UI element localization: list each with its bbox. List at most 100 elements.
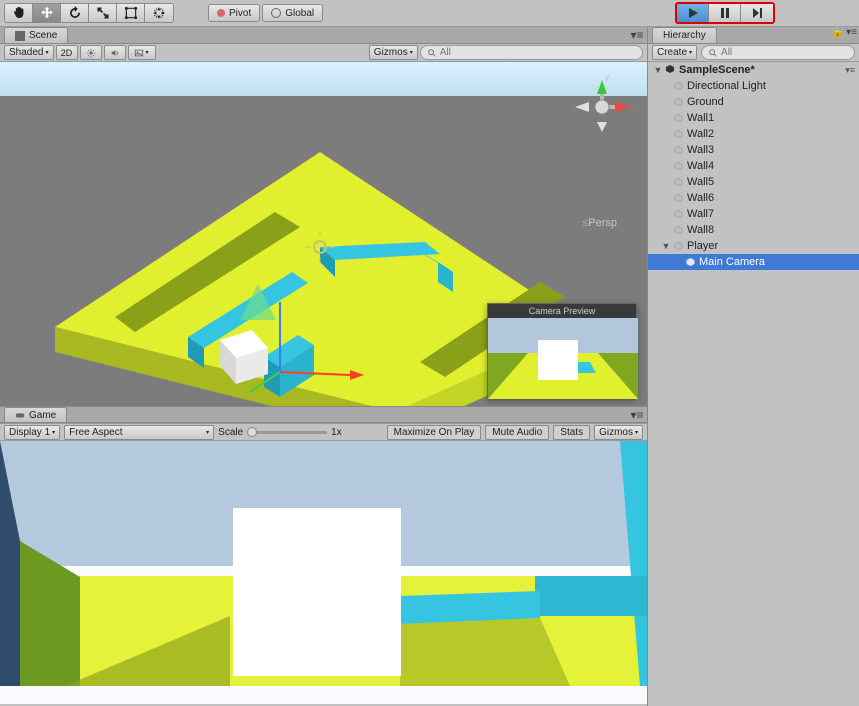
lighting-toggle[interactable]: [80, 45, 102, 60]
camera-preview-title: Camera Preview: [488, 304, 636, 318]
speaker-icon: [110, 48, 120, 58]
move-icon: [40, 6, 54, 20]
step-button[interactable]: [741, 4, 773, 22]
scale-tool-button[interactable]: [89, 4, 117, 22]
transform-tool-group: [4, 3, 174, 23]
orientation-gizmo[interactable]: y x: [567, 72, 637, 142]
pause-button[interactable]: [709, 4, 741, 22]
game-icon: [15, 410, 25, 420]
hierarchy-item[interactable]: Wall5: [648, 174, 859, 190]
right-column: Hierarchy 🔒 ▾≡ Create▾ All ▼ SampleScene…: [648, 27, 859, 706]
hierarchy-item-label: Wall6: [687, 192, 714, 204]
mute-toggle[interactable]: Mute Audio: [485, 425, 549, 440]
hierarchy-item[interactable]: Wall1: [648, 110, 859, 126]
main-toolbar: Pivot Global: [0, 0, 859, 27]
left-column: Scene ▾≡ Shaded▾ 2D ▾ Gizmos▾: [0, 27, 648, 706]
pivot-label: Pivot: [229, 8, 251, 19]
game-viewport[interactable]: [0, 441, 647, 704]
scene-toolbar: Shaded▾ 2D ▾ Gizmos▾ All: [0, 44, 647, 62]
stats-toggle[interactable]: Stats: [553, 425, 590, 440]
scene-menu[interactable]: ▾≡: [845, 65, 859, 76]
gameobject-icon: [672, 80, 684, 92]
rotate-icon: [68, 6, 82, 20]
scale-value: 1x: [331, 427, 342, 438]
gameobject-icon: [672, 160, 684, 172]
display-dropdown[interactable]: Display 1▾: [4, 425, 60, 440]
hierarchy-item[interactable]: Directional Light: [648, 78, 859, 94]
global-label: Global: [285, 8, 314, 19]
expand-toggle[interactable]: ▼: [660, 241, 672, 251]
gameobject-icon: [672, 96, 684, 108]
game-gizmos-dropdown[interactable]: Gizmos▾: [594, 425, 643, 440]
fx-dropdown[interactable]: ▾: [128, 45, 156, 60]
hierarchy-item-player[interactable]: ▼ Player: [648, 238, 859, 254]
scene-tab-label: Scene: [29, 30, 57, 41]
hierarchy-item-label: Ground: [687, 96, 724, 108]
hierarchy-toolbar: Create▾ All: [648, 44, 859, 62]
rotate-tool-button[interactable]: [61, 4, 89, 22]
hand-tool-button[interactable]: [5, 4, 33, 22]
hierarchy-tab[interactable]: Hierarchy: [652, 27, 717, 43]
rect-tool-button[interactable]: [117, 4, 145, 22]
scene-row[interactable]: ▼ SampleScene* ▾≡: [648, 62, 859, 78]
hierarchy-item-label: Wall7: [687, 208, 714, 220]
gameobject-icon: [672, 208, 684, 220]
svg-text:x: x: [630, 103, 634, 112]
create-dropdown[interactable]: Create▾: [652, 45, 697, 60]
move-tool-button[interactable]: [33, 4, 61, 22]
unity-logo-icon: [664, 64, 676, 76]
hierarchy-item[interactable]: Wall8: [648, 222, 859, 238]
hierarchy-item[interactable]: Wall4: [648, 158, 859, 174]
aspect-dropdown[interactable]: Free Aspect▾: [64, 425, 214, 440]
audio-toggle[interactable]: [104, 45, 126, 60]
hierarchy-tab-menu[interactable]: ▾≡: [846, 27, 857, 43]
play-controls-highlighted: [675, 2, 775, 24]
hierarchy-item-label: Main Camera: [699, 256, 765, 268]
search-icon: [708, 48, 718, 58]
lock-icon[interactable]: 🔒: [832, 27, 844, 43]
gameobject-icon: [672, 144, 684, 156]
gameobject-icon: [672, 176, 684, 188]
global-icon: [271, 8, 281, 18]
hierarchy-item[interactable]: Wall2: [648, 126, 859, 142]
pivot-button[interactable]: Pivot: [208, 4, 260, 22]
scene-tab-row: Scene ▾≡: [0, 27, 647, 44]
image-icon: [134, 48, 144, 58]
rect-icon: [124, 6, 138, 20]
search-icon: [427, 48, 437, 58]
gizmos-label: Gizmos: [374, 47, 408, 58]
scene-search[interactable]: All: [420, 45, 643, 60]
perspective-label: Persp: [582, 217, 617, 229]
expand-toggle[interactable]: ▼: [652, 65, 664, 75]
hierarchy-item[interactable]: Wall6: [648, 190, 859, 206]
hierarchy-search[interactable]: All: [701, 45, 855, 60]
gameobject-icon: [684, 256, 696, 268]
sun-icon: [86, 48, 96, 58]
hierarchy-tree: ▼ SampleScene* ▾≡ Directional Light Grou…: [648, 62, 859, 706]
gameobject-icon: [672, 240, 684, 252]
hierarchy-item[interactable]: Wall3: [648, 142, 859, 158]
pause-icon: [719, 7, 731, 19]
transform-tool-button[interactable]: [145, 4, 173, 22]
shading-dropdown[interactable]: Shaded▾: [4, 45, 54, 60]
hierarchy-item-label: Wall8: [687, 224, 714, 236]
gizmos-dropdown[interactable]: Gizmos▾: [369, 45, 418, 60]
hierarchy-item[interactable]: Ground: [648, 94, 859, 110]
scale-slider[interactable]: [247, 431, 327, 434]
maximize-toggle[interactable]: Maximize On Play: [387, 425, 482, 440]
2d-toggle[interactable]: 2D: [56, 45, 78, 60]
global-button[interactable]: Global: [262, 4, 323, 22]
scene-tab-menu[interactable]: ▾≡: [627, 27, 647, 43]
game-toolbar: Display 1▾ Free Aspect▾ Scale 1x Maximiz…: [0, 423, 647, 441]
scene-icon: [15, 31, 25, 41]
camera-preview: Camera Preview: [487, 303, 637, 398]
hierarchy-item-main-camera[interactable]: Main Camera: [648, 254, 859, 270]
hierarchy-item[interactable]: Wall7: [648, 206, 859, 222]
game-tab-menu[interactable]: ▾≡: [627, 407, 647, 422]
camera-preview-content: [488, 318, 638, 399]
scale-icon: [96, 6, 110, 20]
scene-tab[interactable]: Scene: [4, 27, 68, 43]
play-button[interactable]: [677, 4, 709, 22]
game-tab[interactable]: Game: [4, 407, 67, 422]
scene-viewport[interactable]: y x Persp Camera Preview: [0, 62, 647, 406]
